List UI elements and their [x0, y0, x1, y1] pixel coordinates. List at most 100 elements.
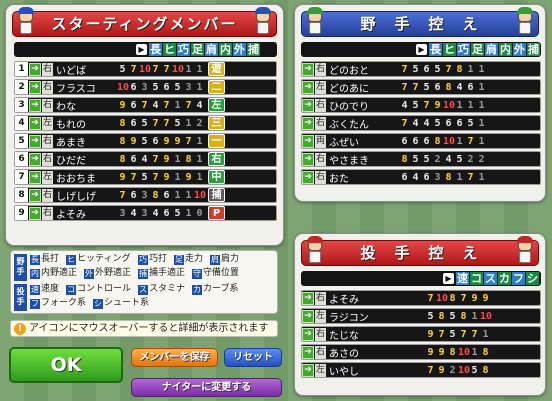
stat-value: 5: [412, 153, 419, 165]
stat-value: 5: [427, 310, 434, 322]
legend-text: 外野適正: [95, 268, 132, 278]
stat-value: 10: [172, 63, 185, 75]
ok-button[interactable]: OK: [9, 347, 123, 383]
night-game-button[interactable]: ナイターに変更する: [131, 378, 282, 397]
stat-header-cell: 巧: [177, 43, 190, 56]
position-badge[interactable]: 捕: [208, 188, 225, 202]
player-row[interactable]: 9 ➔ 右よそみ 3 4 3 4 6 5 1 0 P: [14, 205, 277, 221]
stat-value: 9: [427, 328, 434, 340]
legend-text: コントロール: [77, 284, 132, 294]
batting-order: 4: [15, 116, 28, 130]
stat-header-cell: 肩: [205, 43, 218, 56]
stat-header-cell: 内: [499, 43, 512, 56]
bats-hand: 右: [42, 134, 53, 148]
player-row[interactable]: 6 ➔ 右ひだだ 8 6 4 7 9 1 8 1 右: [14, 151, 277, 167]
player-row[interactable]: ➔ 右よそみ 7 10 8 7 9 9: [301, 290, 541, 306]
player-row[interactable]: ➔ 右ひのでり 4 5 7 9 10 1 1 1: [301, 97, 541, 113]
player-row[interactable]: ➔ 右やさまき 8 5 5 2 4 5 2 2: [301, 151, 541, 167]
player-row[interactable]: ➔ 右あさの 9 9 8 10 1 8: [301, 344, 541, 360]
stat-value: 4: [423, 117, 430, 129]
bats-hand: 左: [315, 363, 326, 377]
player-row[interactable]: 2 ➔ 右フラスコ 10 6 3 5 6 5 3 1 二: [14, 79, 277, 95]
stat-value: 9: [471, 292, 478, 304]
player-row[interactable]: ➔ 左ラジコン 5 8 5 8 1 10: [301, 308, 541, 324]
player-row[interactable]: ➔ 右おた 6 4 6 3 8 1 7 1: [301, 169, 541, 185]
stat-value: 7: [427, 292, 434, 304]
bats-hand: 左: [315, 309, 326, 323]
player-chibi-icon: [516, 7, 534, 37]
player-name: いどば: [56, 65, 86, 77]
stat-value: 1: [471, 310, 478, 322]
stat-value: 4: [445, 153, 452, 165]
player-row[interactable]: 3 ➔ 右わな 9 6 7 4 7 1 7 4 左: [14, 97, 277, 113]
player-row[interactable]: ➔ 左どのあに 7 7 5 6 8 4 6 1: [301, 79, 541, 95]
stat-value: 8: [445, 171, 452, 183]
legend-fielder-label: 野手: [14, 254, 27, 281]
player-row[interactable]: ➔ 右ぶくたん 7 4 4 5 6 6 5 1: [301, 115, 541, 131]
legend-key: ヒ: [66, 254, 76, 265]
bench-pitchers-title: 投 手 控 え: [360, 244, 480, 262]
position-badge[interactable]: 三: [208, 116, 225, 130]
player-name: いやし: [329, 366, 359, 378]
player-row[interactable]: 5 ➔ 右あまき 8 9 5 6 9 9 7 1 一: [14, 133, 277, 149]
stat-value: 1: [185, 117, 192, 129]
bats-hand: 右: [42, 80, 53, 94]
position-badge[interactable]: 遊: [208, 62, 225, 76]
position-badge[interactable]: P: [208, 206, 225, 220]
legend-text: ヒッティング: [77, 254, 131, 264]
stat-value: 5: [412, 99, 419, 111]
player-chibi-icon: [17, 7, 35, 37]
bats-hand: 右: [42, 62, 53, 76]
stat-header-cell: 足: [471, 43, 484, 56]
stat-value: 1: [196, 63, 203, 75]
player-row[interactable]: 1 ➔ 右いどば 5 7 10 7 7 10 1 1 遊: [14, 61, 277, 77]
reset-button[interactable]: リセット: [224, 348, 282, 367]
stat-value: 2: [449, 364, 456, 376]
stat-value: 2: [467, 153, 474, 165]
stat-value: 1: [467, 99, 474, 111]
player-row[interactable]: ➔ 右どのおと 7 5 6 5 7 8 1 1: [301, 61, 541, 77]
position-badge[interactable]: 中: [208, 170, 225, 184]
stat-value: 7: [423, 99, 430, 111]
stat-value: 4: [152, 99, 159, 111]
stat-legend: 野手 投手 長長打ヒヒッティング巧巧打足走力肩肩力内内野適正外外野適正捕捕手適正…: [10, 250, 278, 314]
stat-value: 8: [119, 153, 126, 165]
triangle-arrow-icon: ▶: [136, 44, 147, 55]
bats-hand: 右: [42, 152, 53, 166]
stat-value: 5: [423, 153, 430, 165]
stat-header-cell: 捕: [527, 43, 540, 56]
position-badge[interactable]: 一: [208, 134, 225, 148]
player-row[interactable]: 8 ➔ 右しげしげ 7 6 3 8 6 1 1 10 捕: [14, 187, 277, 203]
player-row[interactable]: ➔ 右たじな 9 7 5 7 7 1: [301, 326, 541, 342]
legend-item: ススタミナ: [138, 284, 185, 295]
position-badge[interactable]: 左: [208, 98, 225, 112]
stat-value: 6: [130, 189, 137, 201]
save-members-button[interactable]: メンバーを保存: [131, 348, 218, 367]
player-name: おた: [329, 173, 349, 185]
stat-value: 8: [152, 189, 159, 201]
stat-value: 9: [185, 171, 192, 183]
stat-value: 9: [438, 346, 445, 358]
player-name: どのあに: [329, 83, 369, 95]
stat-value: 1: [456, 99, 463, 111]
stat-value: 1: [196, 153, 203, 165]
stat-value: 5: [152, 81, 159, 93]
stat-value: 8: [438, 310, 445, 322]
stat-value: 9: [482, 292, 489, 304]
player-row[interactable]: ➔ 両ふぜい 6 6 6 8 10 1 7 1: [301, 133, 541, 149]
legend-key: シ: [93, 298, 103, 309]
stat-value: 7: [467, 135, 474, 147]
legend-text: 走力: [185, 254, 204, 264]
player-row[interactable]: 4 ➔ 左もれの 8 6 5 7 7 5 1 2 三: [14, 115, 277, 131]
stat-value: 1: [174, 99, 181, 111]
position-badge[interactable]: 右: [208, 152, 225, 166]
position-badge[interactable]: 二: [208, 80, 225, 94]
player-row[interactable]: ➔ 左いやし 7 9 2 10 5 8: [301, 362, 541, 378]
stat-value: 5: [449, 310, 456, 322]
bats-hand: 右: [315, 291, 326, 305]
bats-hand: 右: [315, 152, 326, 166]
player-row[interactable]: 7 ➔ 左おおちま 9 7 5 7 9 1 9 1 中: [14, 169, 277, 185]
stat-value: 7: [445, 63, 452, 75]
stat-value: 8: [445, 81, 452, 93]
stat-value: 3: [434, 171, 441, 183]
